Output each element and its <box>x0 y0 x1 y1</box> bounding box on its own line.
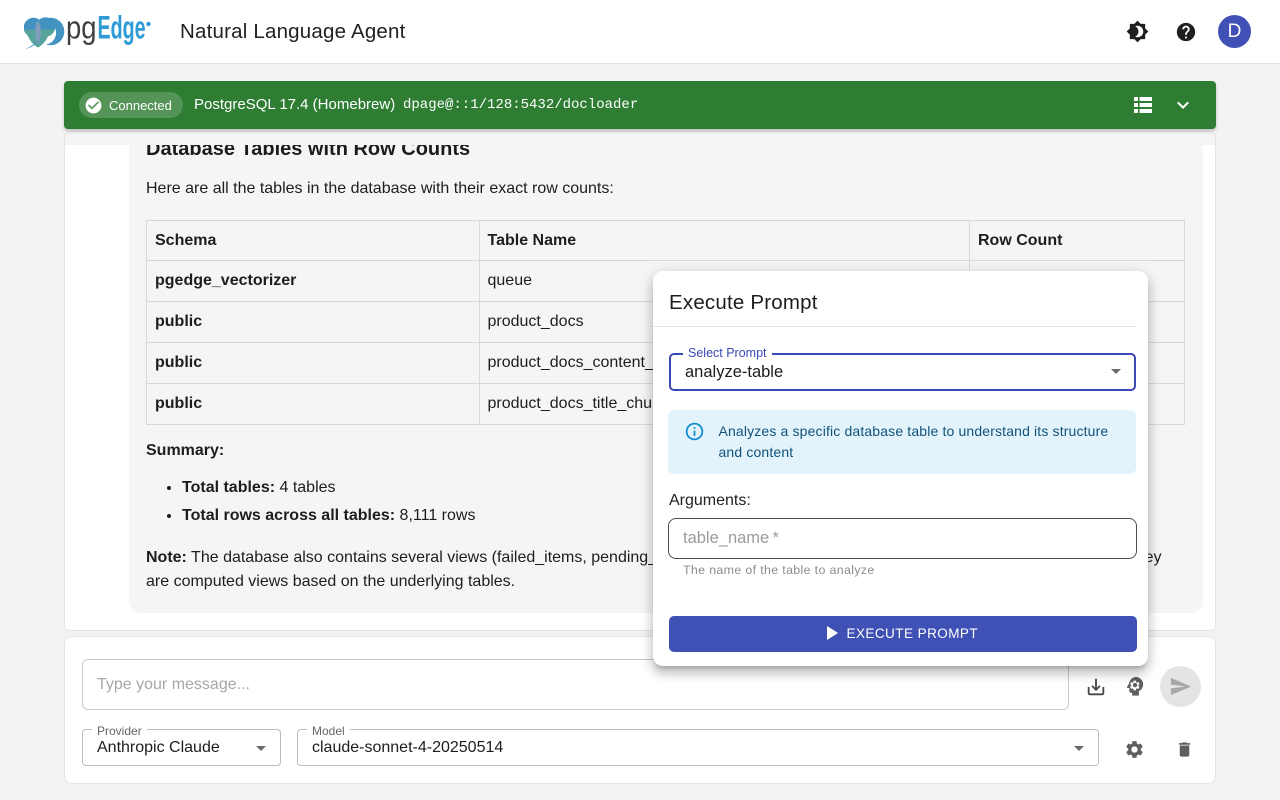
svg-text:Edge: Edge <box>98 10 146 46</box>
svg-text:pg: pg <box>66 10 97 46</box>
